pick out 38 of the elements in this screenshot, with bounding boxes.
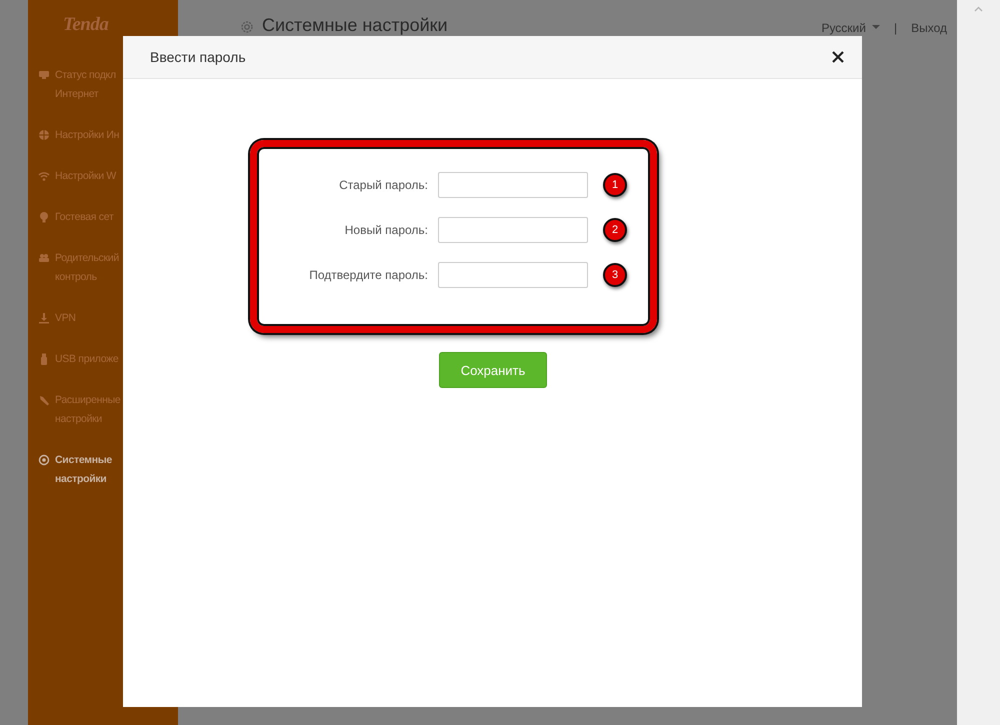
password-field[interactable] <box>438 262 588 288</box>
language-dropdown[interactable]: Русский <box>821 20 880 34</box>
number-badge: 3 <box>603 263 627 287</box>
field-label: Старый пароль: <box>338 178 428 192</box>
settings-icon <box>240 20 254 34</box>
sidebar-item[interactable]: VPN <box>55 309 76 328</box>
people-icon <box>38 252 50 264</box>
logo: Tenda <box>63 14 108 36</box>
download-icon <box>38 312 50 324</box>
scroll-up-icon[interactable] <box>974 6 983 12</box>
wrench-icon <box>38 394 50 406</box>
sidebar-item[interactable]: Настройки Ин <box>55 126 120 145</box>
close-icon[interactable] <box>832 51 844 63</box>
sidebar-item[interactable]: Гостевая сет <box>55 208 114 227</box>
save-button[interactable]: Сохранить <box>439 352 547 388</box>
wifi-icon <box>38 170 50 182</box>
page-title: Системные настройки <box>262 15 449 36</box>
password-field[interactable] <box>438 172 588 198</box>
globe-icon <box>38 129 50 141</box>
sidebar-item[interactable]: Родительский контроль <box>55 249 119 287</box>
sidebar-item[interactable]: Настройки W <box>55 167 116 186</box>
sidebar-item[interactable]: Системные настройки <box>55 451 112 489</box>
logout-link[interactable]: Выход <box>911 20 947 34</box>
sidebar-item[interactable]: Расширенные настройки <box>55 391 120 429</box>
usb-icon <box>38 353 50 365</box>
number-badge: 1 <box>603 173 627 197</box>
lightbulb-icon <box>38 211 50 223</box>
field-label: Подтвердите пароль: <box>308 268 428 282</box>
caret-icon <box>872 25 880 30</box>
settings-icon <box>38 454 50 466</box>
sidebar-item[interactable]: Статус подкл Интернет <box>55 66 116 104</box>
sidebar-item[interactable]: USB приложе <box>55 350 118 369</box>
dialog-title: Ввести пароль <box>150 49 246 65</box>
separator: | <box>894 20 898 34</box>
monitor-icon <box>38 69 50 81</box>
number-badge: 2 <box>603 218 627 242</box>
field-label: Новый пароль: <box>344 223 428 237</box>
password-field[interactable] <box>438 217 588 243</box>
